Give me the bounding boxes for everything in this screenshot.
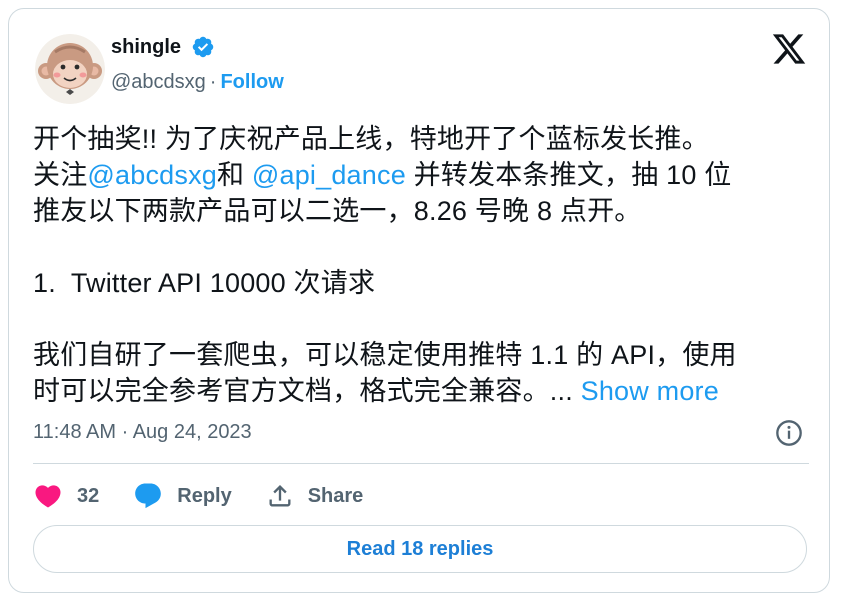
tweet-line: 开个抽奖!! 为了庆祝产品上线，特地开了个蓝标发长推。 — [33, 124, 709, 154]
tweet-line: 推友以下两款产品可以二选一，8.26 号晚 8 点开。 — [33, 196, 642, 226]
share-icon — [269, 485, 291, 507]
info-icon[interactable] — [775, 419, 803, 447]
reply-button[interactable]: Reply — [133, 481, 232, 511]
tweet-line: 我们自研了一套爬虫，可以稳定使用推特 1.1 的 API，使用 — [33, 340, 737, 370]
mention-link[interactable]: @abcdsxg — [87, 160, 217, 190]
author-handle-row: @abcdsxg · Follow — [111, 69, 284, 95]
author-handle[interactable]: @abcdsxg — [111, 71, 206, 93]
share-label: Share — [307, 484, 364, 507]
tweet-line: 1. Twitter API 10000 次请求 — [33, 268, 376, 298]
tweet-text-segment: 时可以完全参考官方文档，格式完全兼容。... — [33, 376, 581, 406]
like-count: 32 — [77, 484, 100, 507]
tweet-card: shingle @abcdsxg · Follow 开个抽奖!! 为了庆祝产品上线，… — [8, 8, 830, 593]
author-avatar[interactable] — [35, 34, 105, 104]
divider — [33, 463, 809, 464]
action-bar: 32 Reply Share — [33, 479, 397, 513]
tweet-text-segment: 和 — [216, 160, 252, 190]
verified-badge-icon — [192, 36, 214, 58]
mention-link[interactable]: @api_dance — [252, 160, 406, 190]
tweet-text-segment: 关注 — [33, 160, 88, 190]
like-button[interactable]: 32 — [33, 481, 99, 511]
monkey-avatar-icon — [35, 34, 105, 104]
read-replies-button[interactable]: Read 18 replies — [33, 525, 807, 573]
heart-icon — [35, 485, 61, 508]
show-more-link[interactable]: Show more — [581, 376, 719, 406]
tweet-line: 时可以完全参考官方文档，格式完全兼容。... Show more — [33, 373, 813, 409]
tweet-line: 关注@abcdsxg和 @api_dance 并转发本条推文，抽 10 位 — [33, 157, 813, 193]
reply-label: Reply — [177, 484, 232, 507]
x-logo-icon[interactable] — [771, 31, 807, 67]
author-name[interactable]: shingle — [111, 34, 181, 60]
tweet-text-segment: 并转发本条推文，抽 10 位 — [405, 160, 732, 190]
tweet-timestamp[interactable]: 11:48 AM · Aug 24, 2023 — [33, 419, 252, 445]
follow-button[interactable]: Follow — [220, 71, 283, 93]
separator-dot: · — [209, 71, 217, 93]
share-button[interactable]: Share — [266, 482, 364, 510]
reply-bubble-icon — [135, 483, 162, 509]
tweet-text: 开个抽奖!! 为了庆祝产品上线，特地开了个蓝标发长推。 关注@abcdsxg和 @… — [33, 121, 813, 409]
